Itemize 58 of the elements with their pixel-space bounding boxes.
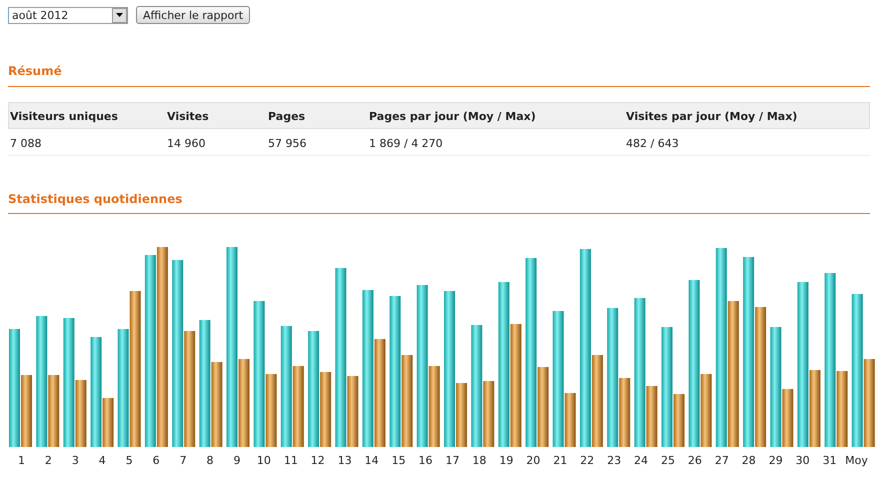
axis-label: 15 bbox=[392, 453, 406, 469]
axis-label: 3 bbox=[72, 453, 79, 469]
axis-label: 5 bbox=[126, 453, 133, 469]
pages-bar bbox=[48, 375, 60, 447]
axis-label: 8 bbox=[206, 453, 214, 469]
axis-label: 13 bbox=[338, 453, 352, 469]
axis-label: 14 bbox=[364, 453, 379, 469]
table-cell-text: 57 956 bbox=[268, 136, 306, 152]
axis-label: 1 bbox=[18, 453, 25, 469]
axis-label: 16 bbox=[418, 453, 433, 469]
axis-label: 19 bbox=[499, 453, 514, 469]
report-button[interactable]: Afficher le rapport bbox=[136, 6, 250, 24]
column-header: Pages par jour (Moy / Max) bbox=[369, 108, 536, 124]
table-cell-text: 1 869 / 4 270 bbox=[369, 136, 443, 152]
axis-label: 18 bbox=[472, 453, 486, 469]
axis-label: 31 bbox=[822, 453, 837, 469]
section-title: Statistiques quotidiennes bbox=[8, 190, 182, 208]
axis-label: 2 bbox=[44, 453, 52, 469]
table-cell-text: 7 088 bbox=[10, 136, 42, 152]
axis-label: 30 bbox=[796, 453, 810, 469]
axis-label: 4 bbox=[98, 453, 106, 469]
axis-label: 27 bbox=[714, 453, 729, 469]
axis-label: 6 bbox=[152, 453, 160, 469]
period-select[interactable]: août 2012 bbox=[8, 6, 128, 24]
pages-bar bbox=[347, 376, 358, 447]
pages-bar bbox=[102, 398, 114, 447]
pages-bar bbox=[782, 389, 794, 447]
column-header: Pages bbox=[268, 108, 306, 124]
axis-label: 12 bbox=[310, 453, 325, 469]
axis-label: 25 bbox=[660, 453, 675, 469]
axis-label: 22 bbox=[580, 453, 594, 469]
axis-label: 28 bbox=[742, 453, 756, 469]
column-header: Visites par jour (Moy / Max) bbox=[626, 108, 798, 124]
pages-bar bbox=[456, 383, 467, 447]
axis-label: 24 bbox=[634, 453, 648, 469]
axis-label: 20 bbox=[526, 453, 540, 469]
axis-label: 10 bbox=[256, 453, 271, 469]
axis-label: 7 bbox=[180, 453, 187, 469]
pages-bar bbox=[564, 393, 576, 447]
table-cell-text: 14 960 bbox=[167, 136, 206, 152]
pages-bar bbox=[646, 386, 658, 447]
axis-label: 29 bbox=[768, 453, 783, 469]
column-header: Visiteurs uniques bbox=[10, 108, 118, 124]
pages-bar bbox=[619, 378, 630, 447]
axis-label: 23 bbox=[607, 453, 622, 469]
pages-bar bbox=[75, 380, 86, 447]
axis-label: Moy bbox=[845, 453, 868, 469]
axis-label: 11 bbox=[284, 453, 298, 469]
axis-label: 26 bbox=[688, 453, 702, 469]
axis-label: 17 bbox=[445, 453, 460, 469]
axis-label: 21 bbox=[553, 453, 568, 469]
axis-label: 9 bbox=[233, 453, 240, 469]
pages-bar bbox=[674, 394, 684, 447]
column-header: Visites bbox=[167, 108, 209, 124]
section-title: Résumé bbox=[8, 63, 62, 80]
table-cell-text: 482 / 643 bbox=[626, 136, 679, 152]
pages-bar bbox=[21, 375, 32, 447]
pages-bar bbox=[483, 381, 494, 447]
